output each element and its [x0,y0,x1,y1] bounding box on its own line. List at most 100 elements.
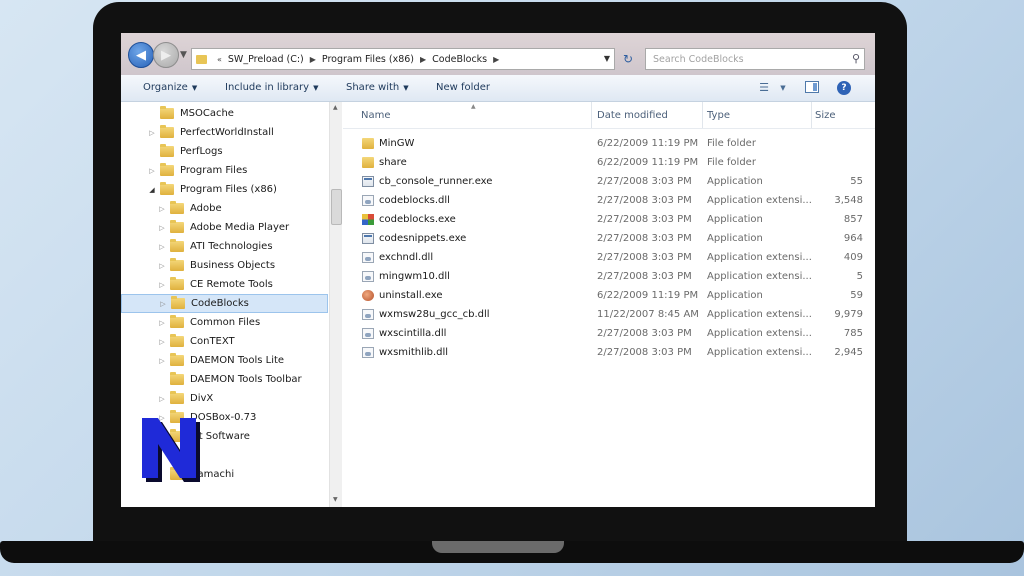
help-icon[interactable]: ? [837,81,851,95]
file-row[interactable]: wxsmithlib.dll 2/27/2008 3:03 PM Applicati… [343,343,875,362]
tree-item[interactable]: ▷ CodeBlocks [121,294,328,313]
dll-icon [362,271,374,282]
folder-icon [362,157,374,168]
tree-item-label: ATI Technologies [190,241,273,252]
sort-ascending-icon: ▲ [471,103,476,110]
file-type: File folder [707,138,756,149]
tree-item-label: Common Files [190,317,261,328]
file-row[interactable]: codesnippets.exe 2/27/2008 3:03 PM Applica… [343,229,875,248]
logo-letter [142,418,196,478]
expand-icon[interactable]: ▷ [157,319,167,327]
file-size: 3,548 [834,195,863,206]
tree-item[interactable]: MSOCache [121,104,328,123]
file-row[interactable]: mingwm10.dll 2/27/2008 3:03 PM Application… [343,267,875,286]
tree-item[interactable]: ▷ Program Files [121,161,328,180]
column-divider[interactable] [811,102,812,128]
file-row[interactable]: share 6/22/2009 11:19 PM File folder [343,153,875,172]
recent-pages-dropdown[interactable]: ▼ [180,50,187,60]
tree-item[interactable]: ▷ DivX [121,389,328,408]
tree-item[interactable]: ▷ Adobe Media Player [121,218,328,237]
back-button[interactable]: ◀ [128,42,154,68]
file-date-modified: 11/22/2007 8:45 AM [597,309,699,320]
breadcrumb-codeblocks[interactable]: CodeBlocks [432,54,487,65]
folder-icon [160,125,174,138]
file-date-modified: 2/27/2008 3:03 PM [597,176,692,187]
file-row[interactable]: exchndl.dll 2/27/2008 3:03 PM Application … [343,248,875,267]
search-input[interactable]: Search CodeBlocks ⚲ [645,48,865,70]
column-divider[interactable] [702,102,703,128]
file-row[interactable]: wxmsw28u_gcc_cb.dll 11/22/2007 8:45 AM App… [343,305,875,324]
chevron-down-icon[interactable]: ▼ [779,81,787,94]
chevron-down-icon: ▼ [403,84,409,92]
include-in-library-button[interactable]: Include in library ▼ [225,82,318,93]
file-row[interactable]: cb_console_runner.exe 2/27/2008 3:03 PM Ap… [343,172,875,191]
column-name[interactable]: Name [361,110,391,121]
file-size: 5 [856,271,863,282]
expand-icon[interactable]: ▷ [157,357,167,365]
address-dropdown-icon[interactable]: ▼ [604,54,610,63]
collapse-icon[interactable]: ◢ [147,186,157,194]
file-row[interactable]: wxscintilla.dll 2/27/2008 3:03 PM Applicat… [343,324,875,343]
tree-item[interactable]: ▷ DAEMON Tools Lite [121,351,328,370]
breadcrumb-overflow-icon[interactable]: « [217,55,222,64]
breadcrumb-separator-icon[interactable]: ▶ [310,55,316,64]
tree-item[interactable]: ▷ PerfectWorldInstall [121,123,328,142]
tree-item-label: DAEMON Tools Toolbar [190,374,302,385]
address-path[interactable]: « SW_Preload (C:) ▶ Program Files (x86) … [191,48,615,70]
file-size: 785 [843,328,863,339]
file-row[interactable]: MinGW 6/22/2009 11:19 PM File folder [343,134,875,153]
file-type: Application extensi... [707,195,812,206]
scroll-up-icon[interactable]: ▲ [333,104,338,111]
breadcrumb-drive[interactable]: SW_Preload (C:) [228,54,304,65]
file-name: MinGW [379,138,415,149]
organize-button[interactable]: Organize ▼ [143,82,197,93]
column-date-modified[interactable]: Date modified [597,110,668,121]
folder-icon [170,315,184,328]
file-row[interactable]: codeblocks.dll 2/27/2008 3:03 PM Applicati… [343,191,875,210]
views-icon[interactable]: ☰ [757,81,771,94]
column-type[interactable]: Type [707,110,730,121]
expand-icon[interactable]: ▷ [157,224,167,232]
expand-icon[interactable]: ▷ [157,395,167,403]
tree-item[interactable]: ▷ Common Files [121,313,328,332]
tree-item[interactable]: ▷ CE Remote Tools [121,275,328,294]
expand-icon[interactable]: ▷ [157,243,167,251]
breadcrumb-separator-icon[interactable]: ▶ [493,55,499,64]
file-date-modified: 2/27/2008 3:03 PM [597,271,692,282]
expand-icon[interactable]: ▷ [157,205,167,213]
chevron-down-icon: ▼ [313,84,319,92]
column-divider[interactable] [591,102,592,128]
share-with-button[interactable]: Share with ▼ [346,82,409,93]
folder-icon [160,163,174,176]
expand-icon[interactable]: ▷ [157,262,167,270]
scroll-down-icon[interactable]: ▼ [333,496,338,503]
preview-pane-icon[interactable] [805,81,819,93]
tree-item[interactable]: PerfLogs [121,142,328,161]
expand-icon[interactable]: ▷ [147,167,157,175]
expand-icon[interactable]: ▷ [157,281,167,289]
tree-item[interactable]: ▷ Business Objects [121,256,328,275]
breadcrumb-program-files[interactable]: Program Files (x86) [322,54,414,65]
tree-item[interactable]: ▷ ConTEXT [121,332,328,351]
tree-item[interactable]: ▷ Adobe [121,199,328,218]
forward-button[interactable]: ▶ [153,42,179,68]
tree-item[interactable]: ▷ ATI Technologies [121,237,328,256]
search-icon[interactable]: ⚲ [852,52,860,65]
tree-item[interactable]: DAEMON Tools Toolbar [121,370,328,389]
navigation-scrollbar[interactable]: ▲ ▼ [329,102,342,507]
file-row[interactable]: codeblocks.exe 2/27/2008 3:03 PM Applicati… [343,210,875,229]
breadcrumb-separator-icon[interactable]: ▶ [420,55,426,64]
expand-icon[interactable]: ▷ [158,300,168,308]
file-row[interactable]: uninstall.exe 6/22/2009 11:19 PM Applicati… [343,286,875,305]
refresh-icon[interactable]: ↻ [617,49,639,69]
new-folder-button[interactable]: New folder [436,82,490,93]
scrollbar-thumb[interactable] [331,189,342,225]
file-name: mingwm10.dll [379,271,450,282]
column-size[interactable]: Size [815,110,836,121]
expand-icon[interactable]: ▷ [147,129,157,137]
dll-icon [362,195,374,206]
tree-item[interactable]: ◢ Program Files (x86) [121,180,328,199]
expand-icon[interactable]: ▷ [157,338,167,346]
column-headers: ▲ Name Date modified Type Size [343,102,875,129]
file-date-modified: 6/22/2009 11:19 PM [597,290,699,301]
